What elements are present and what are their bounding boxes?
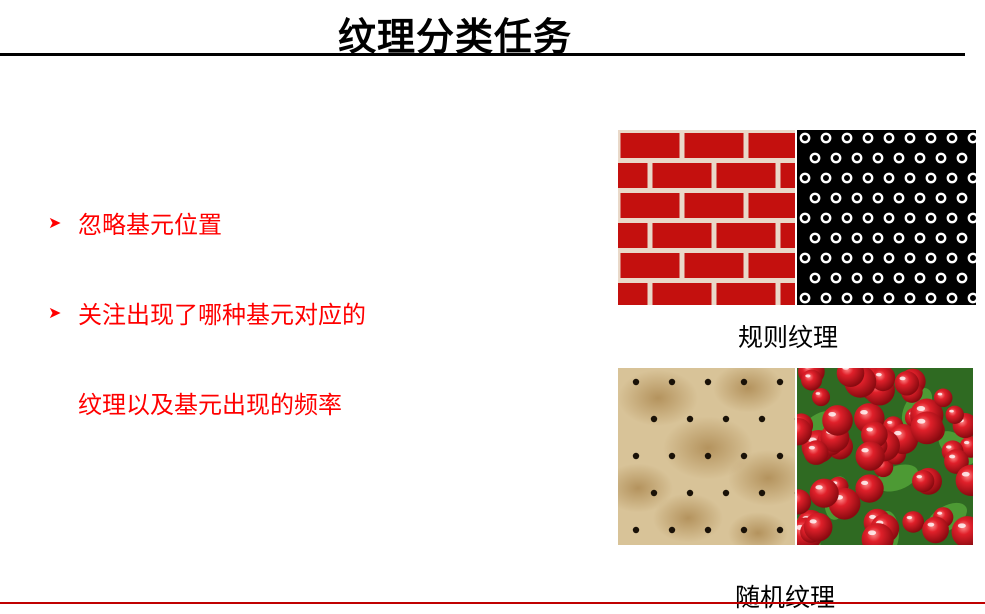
- caption-regular-texture: 规则纹理: [738, 318, 838, 354]
- dots-texture-image: [797, 130, 976, 305]
- brick-texture-graphic: [618, 130, 795, 305]
- bullet-item-1: ➤ 忽略基元位置: [48, 205, 222, 240]
- brick-texture-image: [618, 130, 795, 305]
- dots-texture-graphic: [797, 130, 976, 305]
- bullet-item-2: ➤ 关注出现了哪种基元对应的: [48, 295, 366, 330]
- bullet-text: 忽略基元位置: [78, 205, 222, 240]
- arrow-bullet-icon: ➤: [48, 303, 64, 322]
- radish-texture-image: [797, 368, 973, 545]
- caption-random-texture: 随机纹理: [735, 578, 835, 614]
- radish-texture-graphic: [797, 368, 973, 545]
- cracker-texture-image: [618, 368, 795, 545]
- cracker-texture-graphic: [618, 368, 795, 545]
- title-divider: [0, 53, 965, 56]
- bottom-divider: [0, 602, 985, 604]
- arrow-bullet-icon: ➤: [48, 213, 64, 232]
- bullet-continuation: 纹理以及基元出现的频率: [78, 385, 342, 420]
- bullet-text: 关注出现了哪种基元对应的: [78, 295, 366, 330]
